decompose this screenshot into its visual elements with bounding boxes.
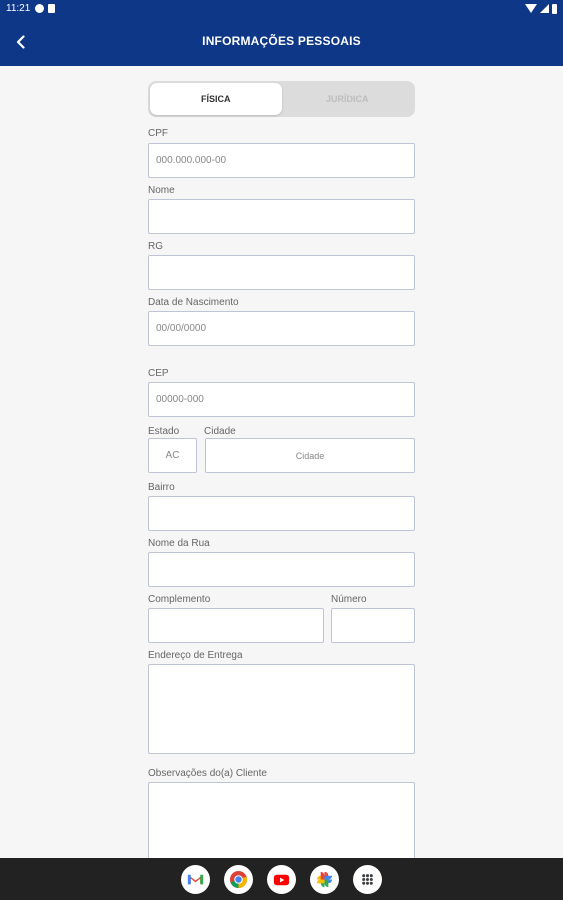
nascimento-label: Data de Nascimento <box>148 297 239 308</box>
bairro-label: Bairro <box>148 482 175 493</box>
back-button[interactable] <box>8 29 34 55</box>
youtube-icon[interactable] <box>267 864 296 894</box>
numero-label: Número <box>331 594 367 605</box>
photos-icon[interactable] <box>310 864 339 894</box>
person-type-toggle: FÍSICA JURÍDICA <box>148 81 415 117</box>
battery-icon <box>552 3 557 14</box>
rg-label: RG <box>148 241 163 252</box>
gmail-icon[interactable] <box>181 864 210 894</box>
bairro-input[interactable] <box>148 496 415 531</box>
cpf-input[interactable]: 000.000.000-00 <box>148 143 415 178</box>
observacoes-textarea[interactable] <box>148 782 415 862</box>
youtube-glyph <box>273 874 290 885</box>
rua-input[interactable] <box>148 552 415 587</box>
estado-label: Estado <box>148 426 180 437</box>
tab-fisica[interactable]: FÍSICA <box>150 83 282 115</box>
gmail-glyph <box>187 874 204 884</box>
nome-label: Nome <box>148 185 175 196</box>
cep-label: CEP <box>148 368 169 379</box>
settings-notification-icon <box>35 4 45 13</box>
rg-input[interactable] <box>148 255 415 290</box>
wifi-icon <box>525 4 537 13</box>
numero-input[interactable] <box>331 608 415 643</box>
signal-icon <box>540 4 549 13</box>
cidade-label: Cidade <box>204 426 236 437</box>
photos-glyph <box>316 871 333 887</box>
status-indicators <box>525 3 557 14</box>
estado-select[interactable]: AC <box>148 438 197 473</box>
chrome-glyph <box>229 870 248 888</box>
rua-label: Nome da Rua <box>148 538 210 549</box>
status-time: 11:21 <box>6 3 31 14</box>
chevron-left-icon <box>16 35 25 49</box>
cpf-label: CPF <box>148 128 168 139</box>
chrome-icon[interactable] <box>224 864 253 894</box>
tab-juridica[interactable]: JURÍDICA <box>282 83 414 115</box>
observacoes-label: Observações do(a) Cliente <box>148 768 267 779</box>
nascimento-input[interactable]: 00/00/0000 <box>148 311 415 346</box>
app-bar: INFORMAÇÕES PESSOAIS <box>0 17 563 66</box>
complemento-input[interactable] <box>148 608 324 643</box>
cep-input[interactable]: 00000-000 <box>148 382 415 417</box>
entrega-textarea[interactable] <box>148 664 415 754</box>
status-bar: 11:21 <box>0 0 563 17</box>
cidade-input[interactable]: Cidade <box>205 438 415 473</box>
complemento-label: Complemento <box>148 594 211 605</box>
nome-input[interactable] <box>148 199 415 234</box>
entrega-label: Endereço de Entrega <box>148 650 243 661</box>
app-drawer-icon[interactable] <box>353 864 382 894</box>
app-dock <box>0 858 563 900</box>
sim-card-icon <box>48 4 56 13</box>
app-drawer-glyph <box>362 873 373 885</box>
page-title: INFORMAÇÕES PESSOAIS <box>202 34 361 48</box>
